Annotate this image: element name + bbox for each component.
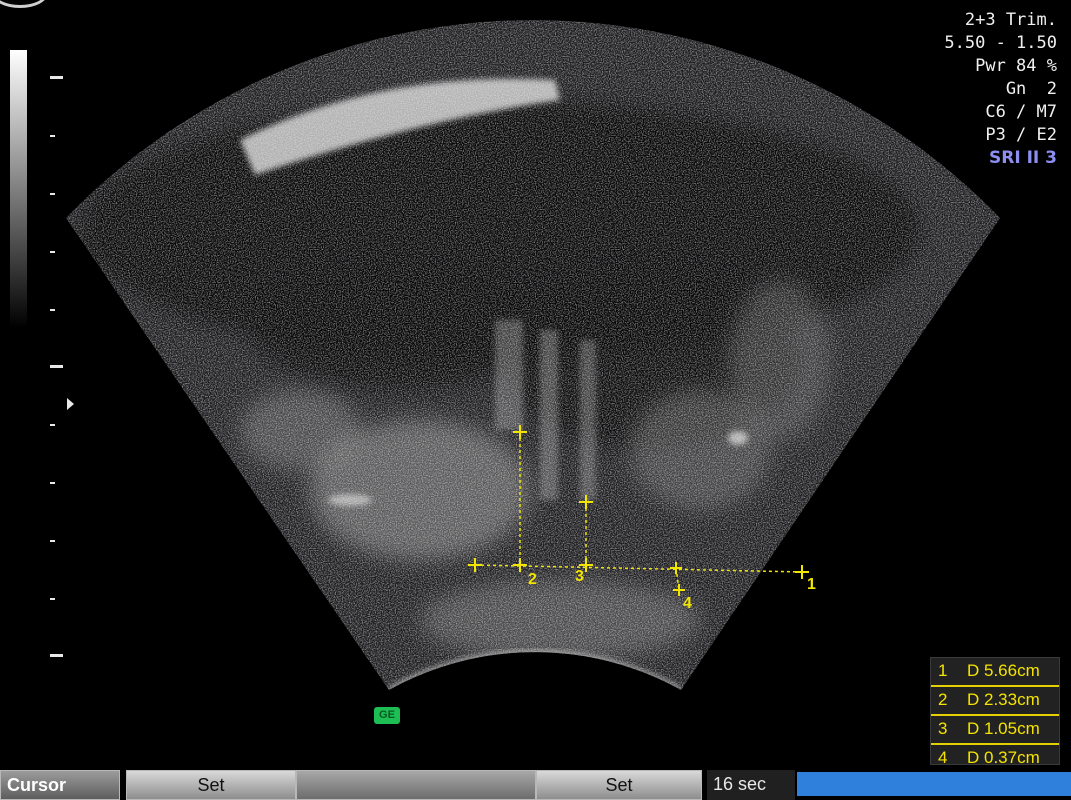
setting-line: Gn 2 (1005, 79, 1057, 99)
caliper-label: 3 (575, 568, 584, 585)
scan-sector (66, 20, 1000, 690)
timer-label: 16 sec (707, 770, 795, 800)
measurement-index: 3 (938, 719, 948, 738)
timer-progress-bar (797, 772, 1071, 796)
set-button-left[interactable]: Set (126, 770, 296, 800)
softkey-bar: Cursor Set Set 16 sec (0, 770, 1071, 800)
measurement-value: D 0.37cm (967, 748, 1040, 767)
measurement-value: D 2.33cm (967, 690, 1040, 709)
measurement-index: 1 (938, 661, 948, 680)
setting-line: Pwr 84 % (975, 56, 1057, 76)
caliper-label: 4 (683, 595, 692, 612)
ultrasound-image (10, 20, 1000, 690)
depth-scale (50, 76, 74, 657)
sri-setting: SRI II 3 (989, 148, 1057, 168)
measurement-row: 4 D 0.37cm (931, 745, 1059, 772)
measurement-index: 4 (938, 748, 948, 767)
measurement-results: 1 D 5.66cm 2 D 2.33cm 3 D 1.05cm 4 D 0.3… (930, 657, 1060, 767)
probe-badge: GE (374, 707, 400, 724)
caliper-label: 2 (528, 571, 537, 588)
setting-line: C6 / M7 (985, 102, 1057, 122)
setting-line: 2+3 Trim. (964, 10, 1057, 30)
measurement-value: D 5.66cm (967, 661, 1040, 680)
measurement-row: 1 D 5.66cm (931, 658, 1059, 687)
imaging-settings: 2+3 Trim. 5.50 - 1.50 Pwr 84 % Gn 2 C6 /… (944, 9, 1057, 170)
focus-marker-icon (67, 398, 74, 410)
measurement-index: 2 (938, 690, 948, 709)
blank-softkey[interactable] (296, 770, 536, 800)
grayscale-bar (10, 50, 27, 328)
caliper-label: 1 (807, 576, 816, 593)
setting-line: 5.50 - 1.50 (944, 33, 1057, 53)
ultrasound-screen: 1 2 3 4 2+3 Trim. 5.50 - 1.50 Pwr 84 % G… (0, 0, 1071, 800)
setting-line: P3 / E2 (985, 125, 1057, 145)
cursor-button[interactable]: Cursor (0, 770, 120, 800)
measurement-value: D 1.05cm (967, 719, 1040, 738)
measurement-row: 2 D 2.33cm (931, 687, 1059, 716)
set-button-right[interactable]: Set (536, 770, 702, 800)
measurement-row: 3 D 1.05cm (931, 716, 1059, 745)
